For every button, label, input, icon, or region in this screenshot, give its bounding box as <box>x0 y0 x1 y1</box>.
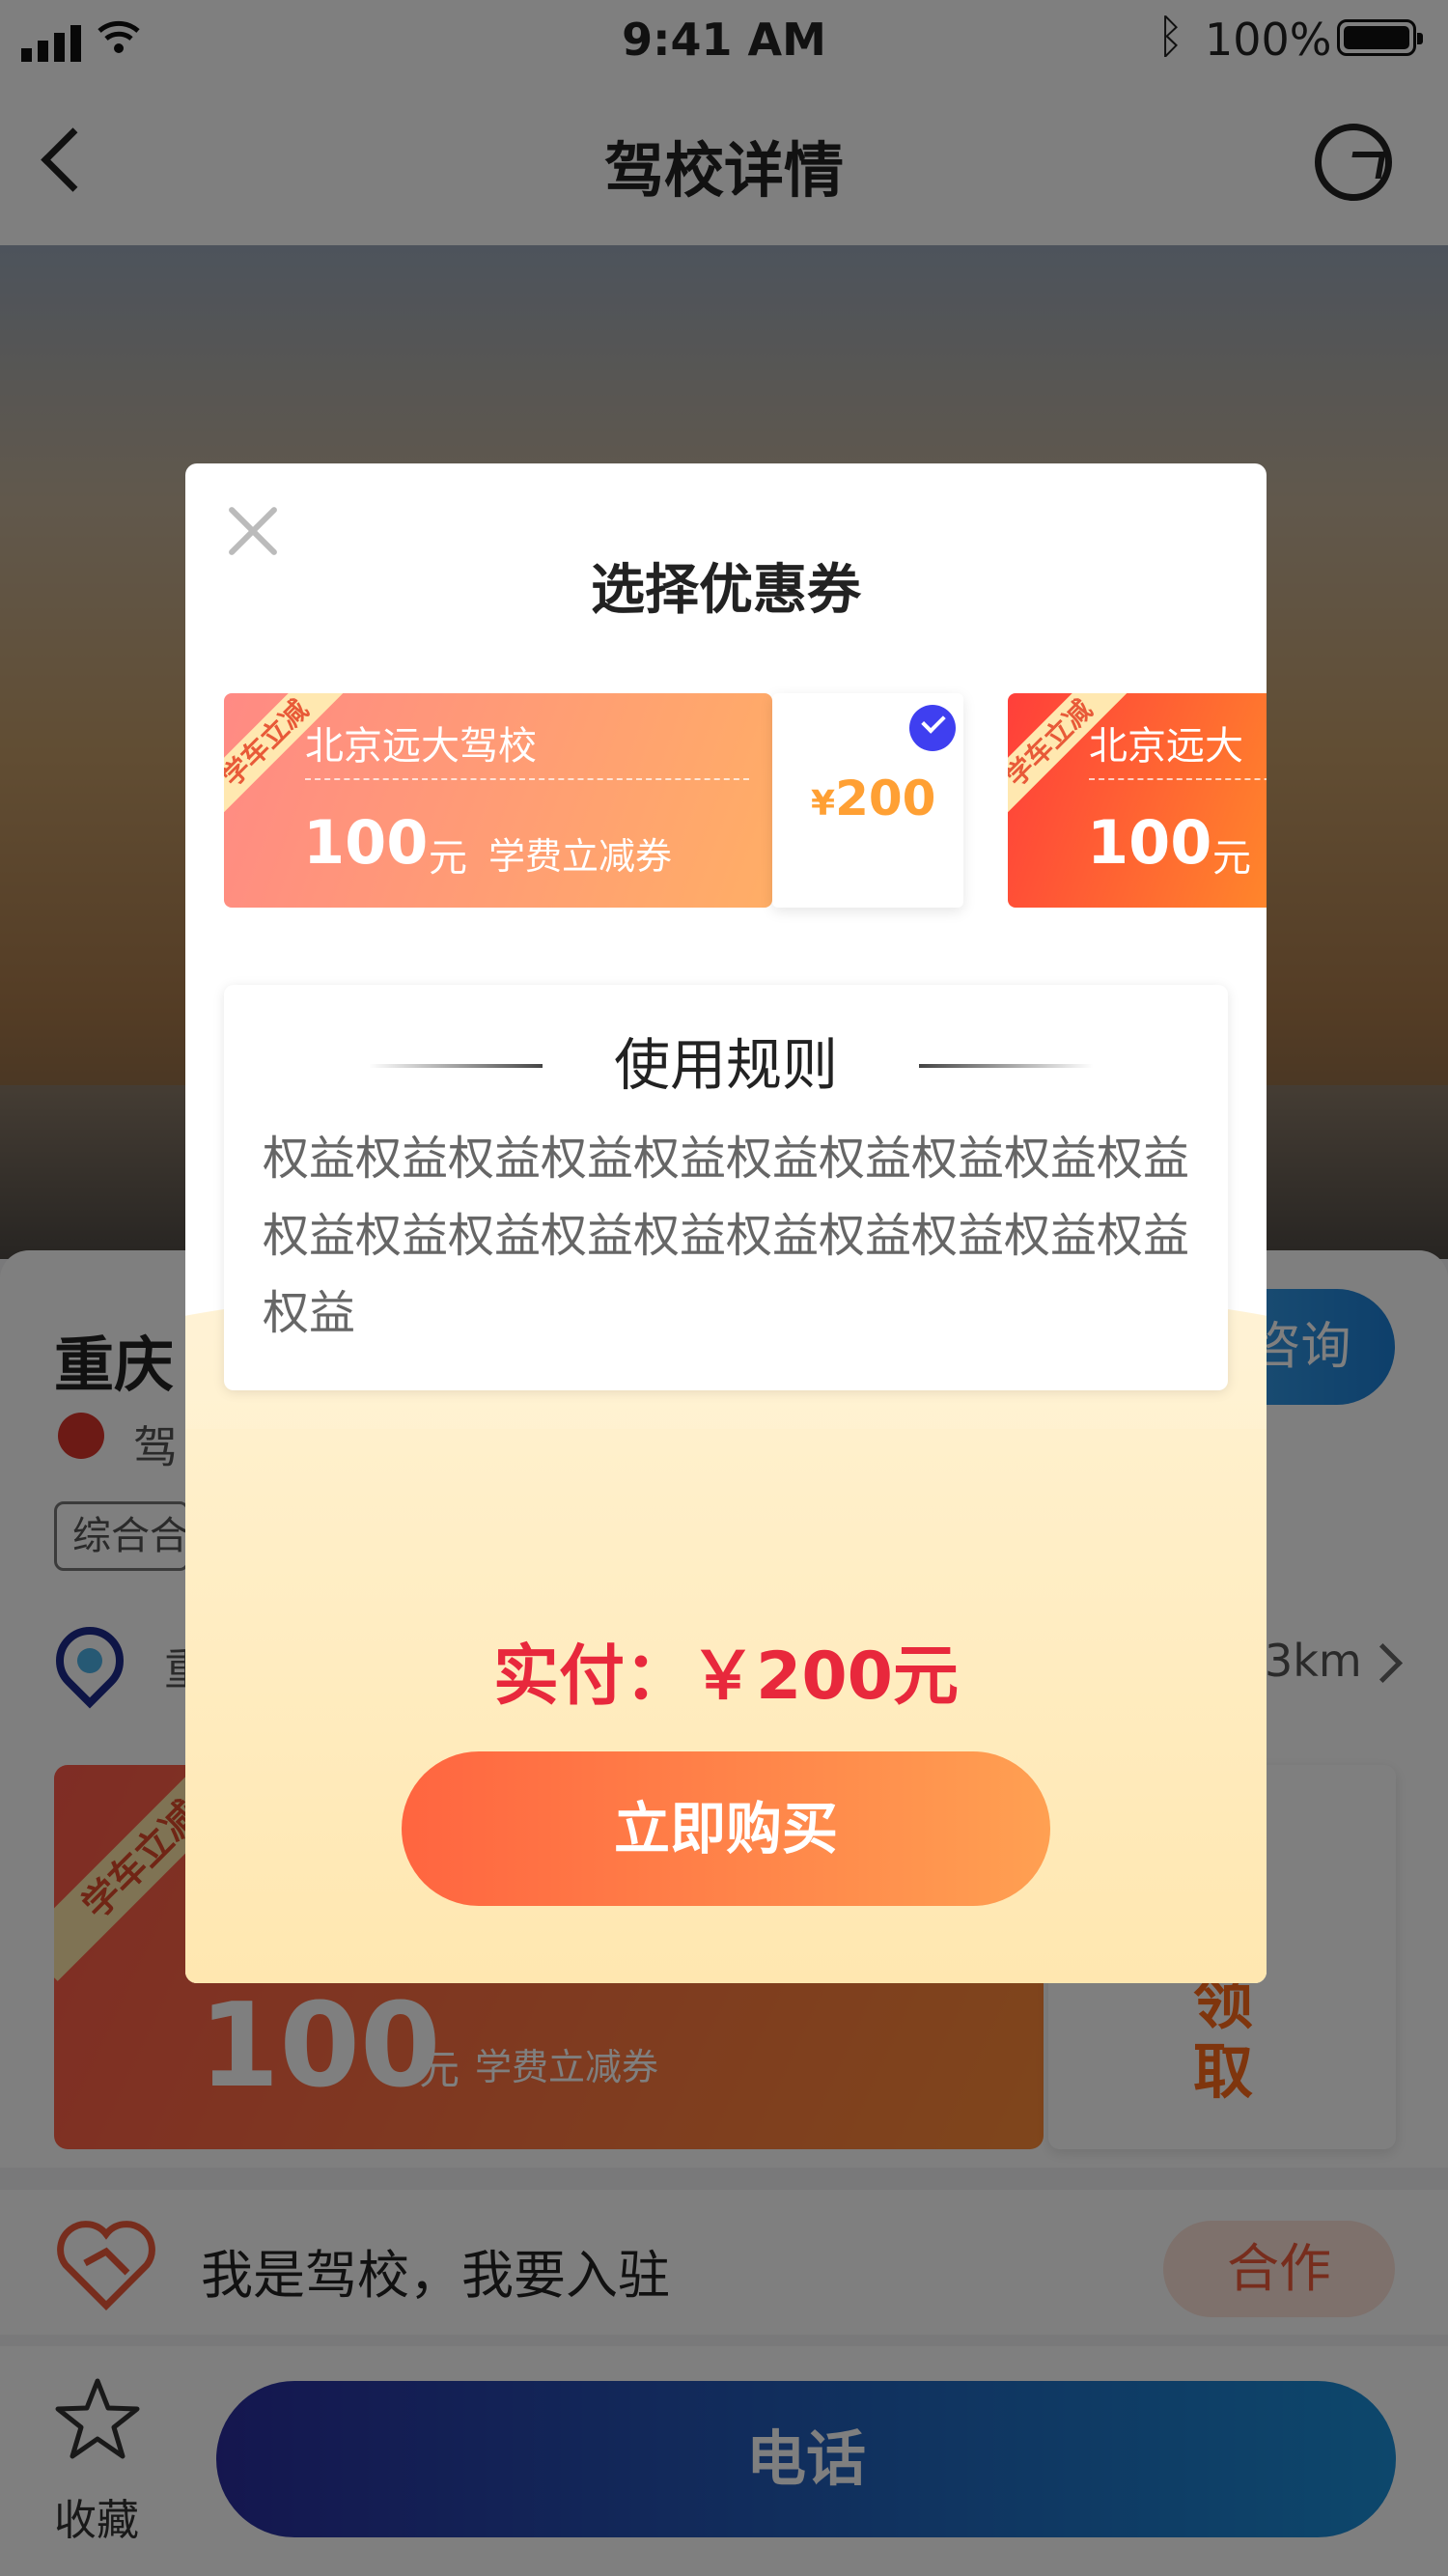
coupon-option-1[interactable]: 学车立减 北京远大驾校 100 元 学费立减券 <box>224 693 772 908</box>
rules-title: 使用规则 <box>613 1032 838 1098</box>
coupon-unit: 元 <box>429 836 467 881</box>
coupon-school-name: 北京远大 <box>1089 724 1243 769</box>
coupon-amount: 100 <box>303 807 429 878</box>
buy-now-button[interactable]: 立即购买 <box>402 1751 1050 1906</box>
coupon-divider <box>305 778 749 780</box>
usage-rules-panel: 使用规则 权益权益权益权益权益权益权益权益权益权益权益权益权益权益权益权益权益权… <box>224 985 1228 1390</box>
coupon-option-1-stub[interactable]: ¥200 <box>772 693 963 908</box>
check-icon <box>909 705 956 751</box>
modal-title: 选择优惠券 <box>591 559 861 622</box>
coupon-divider <box>1089 778 1267 780</box>
coupon-unit: 元 <box>1212 836 1251 881</box>
coupon-amount: 100 <box>1087 807 1212 878</box>
coupon-price: ¥200 <box>811 770 936 826</box>
coupon-school-name: 北京远大驾校 <box>305 724 537 769</box>
rules-text: 权益权益权益权益权益权益权益权益权益权益权益权益权益权益权益权益权益权益权益权益… <box>263 1132 1190 1340</box>
pay-amount: 实付：￥200元 <box>493 1638 959 1715</box>
coupon-select-modal: 选择优惠券 学车立减 北京远大驾校 100 元 学费立减券 ¥200 学车立减 … <box>185 463 1267 1983</box>
coupon-option-2[interactable]: 学车立减 北京远大 100 元 <box>1008 693 1267 908</box>
rules-divider-right <box>919 1064 1093 1068</box>
coupon-desc: 学费立减券 <box>488 835 673 878</box>
